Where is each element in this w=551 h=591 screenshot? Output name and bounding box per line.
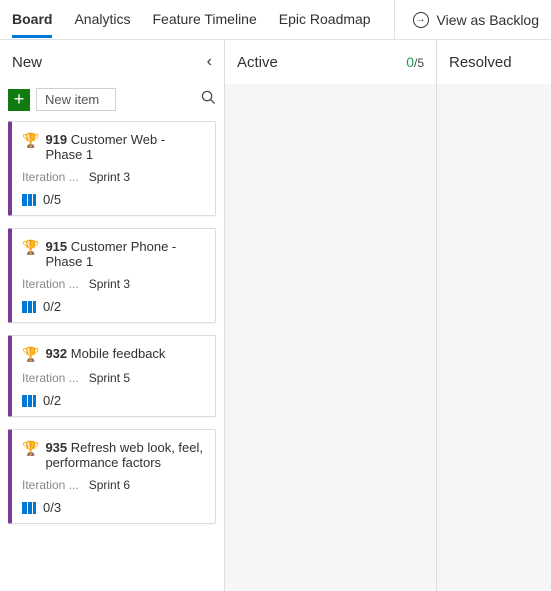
column-name: Active [237, 54, 278, 71]
tab-feature-timeline[interactable]: Feature Timeline [152, 1, 256, 38]
tab-board[interactable]: Board [12, 1, 52, 38]
add-item-button[interactable]: + [8, 89, 30, 111]
wip-counter: 0/5 [406, 54, 424, 70]
child-items-icon [22, 193, 38, 207]
view-toggle-label: View as Backlog [437, 12, 539, 28]
child-count-text: 0/2 [43, 299, 61, 314]
board: New ‹ + New item 🏆919 Customer Web - Pha… [0, 40, 551, 591]
work-item-title: Refresh web look, feel, performance fact… [45, 440, 203, 470]
column-header-new: New ‹ [0, 40, 224, 84]
child-count[interactable]: 0/5 [22, 192, 205, 207]
child-items-icon [22, 394, 38, 408]
child-count[interactable]: 0/3 [22, 500, 205, 515]
epic-icon: 🏆 [22, 440, 39, 457]
work-item-card[interactable]: 🏆915 Customer Phone - Phase 1Iteration .… [8, 228, 216, 323]
child-count-text: 0/5 [43, 192, 61, 207]
wip-limit: /5 [414, 56, 424, 70]
iteration-field-label: Iteration ... [22, 371, 79, 385]
child-count-text: 0/2 [43, 393, 61, 408]
iteration-field-label: Iteration ... [22, 478, 79, 492]
column-body-active[interactable] [225, 84, 436, 591]
column-name: New [12, 54, 42, 71]
work-item-card[interactable]: 🏆 932 Mobile feedback Iteration ... Sprint … [8, 335, 216, 417]
card-meta: Iteration ... Sprint 3 [22, 277, 205, 291]
child-count[interactable]: 0/2 [22, 393, 205, 408]
tab-epic-roadmap[interactable]: Epic Roadmap [279, 1, 371, 38]
column-header-resolved: Resolved [437, 40, 551, 84]
work-item-card[interactable]: 🏆 935 Refresh web look, feel, performance… [8, 429, 216, 524]
top-tabs: Board Analytics Feature Timeline Epic Ro… [0, 0, 551, 40]
work-item-id: 919 [45, 132, 67, 147]
card-title-row: 🏆915 Customer Phone - Phase 1 [22, 239, 205, 269]
tab-analytics[interactable]: Analytics [74, 1, 130, 38]
work-item-id: 932 [45, 346, 67, 361]
epic-icon: 🏆 [22, 132, 39, 149]
epic-icon: 🏆 [22, 346, 39, 363]
column-body-resolved[interactable] [437, 84, 551, 591]
work-item-title: Mobile feedback [71, 346, 166, 361]
card-title-row: 🏆 935 Refresh web look, feel, performance… [22, 440, 205, 470]
column-name: Resolved [449, 54, 512, 71]
column-body-new: + New item 🏆919 Customer Web - Phase 1It… [0, 84, 224, 591]
work-item-card[interactable]: 🏆919 Customer Web - Phase 1Iteration ...… [8, 121, 216, 216]
new-item-input[interactable]: New item [36, 88, 116, 111]
child-count-text: 0/3 [43, 500, 61, 515]
iteration-field-label: Iteration ... [22, 170, 79, 184]
column-header-active: Active 0/5 [225, 40, 436, 84]
child-items-icon [22, 300, 38, 314]
arrow-right-circle-icon: → [413, 12, 429, 28]
iteration-field-label: Iteration ... [22, 277, 79, 291]
child-items-icon [22, 501, 38, 515]
work-item-id: 935 [45, 440, 67, 455]
collapse-column-icon[interactable]: ‹ [207, 53, 212, 71]
card-meta: Iteration ... Sprint 6 [22, 478, 205, 492]
work-item-id: 915 [45, 239, 67, 254]
child-count[interactable]: 0/2 [22, 299, 205, 314]
search-icon[interactable] [201, 90, 216, 110]
iteration-field-value: Sprint 3 [89, 170, 130, 184]
column-active: Active 0/5 [225, 40, 437, 591]
iteration-field-value: Sprint 6 [89, 478, 130, 492]
iteration-field-value: Sprint 5 [89, 371, 130, 385]
card-title-row: 🏆919 Customer Web - Phase 1 [22, 132, 205, 162]
iteration-field-value: Sprint 3 [89, 277, 130, 291]
column-new: New ‹ + New item 🏆919 Customer Web - Pha… [0, 40, 225, 591]
wip-count: 0 [406, 54, 414, 70]
card-title-row: 🏆 932 Mobile feedback [22, 346, 205, 363]
card-meta: Iteration ... Sprint 5 [22, 371, 205, 385]
epic-icon: 🏆 [22, 239, 39, 256]
new-item-row: + New item [8, 84, 216, 121]
view-toggle[interactable]: → View as Backlog [394, 0, 539, 39]
column-resolved: Resolved [437, 40, 551, 591]
card-meta: Iteration ... Sprint 3 [22, 170, 205, 184]
